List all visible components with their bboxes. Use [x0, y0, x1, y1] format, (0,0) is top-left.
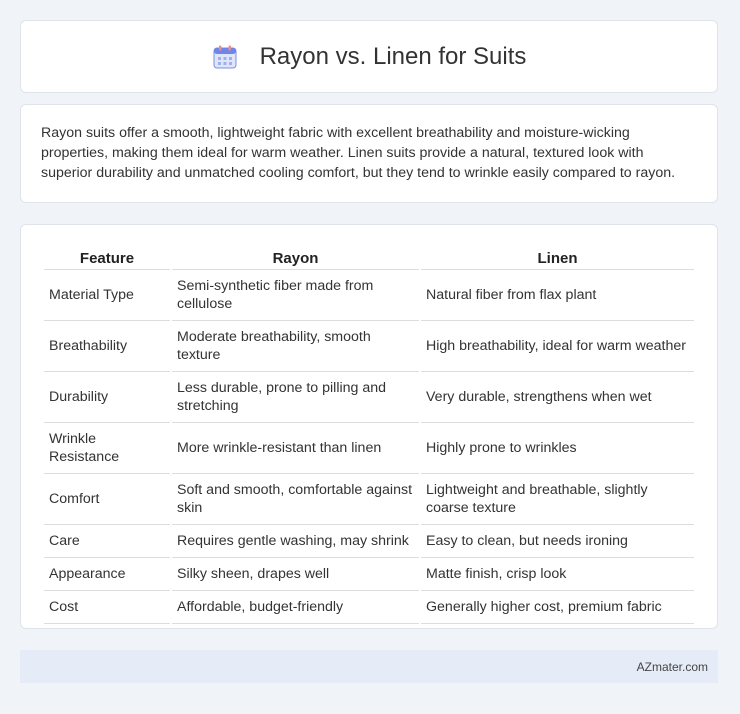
header-linen: Linen [421, 245, 694, 270]
cell-rayon: Affordable, budget-friendly [172, 591, 419, 624]
title-card: Rayon vs. Linen for Suits [20, 20, 718, 93]
cell-linen: Very durable, strengthens when wet [421, 372, 694, 423]
cell-rayon: More wrinkle-resistant than linen [172, 423, 419, 474]
cell-feature: Comfort [44, 474, 170, 525]
cell-rayon: Silky sheen, drapes well [172, 558, 419, 591]
cell-feature: Wrinkle Resistance [44, 423, 170, 474]
cell-linen: Matte finish, crisp look [421, 558, 694, 591]
calendar-icon [212, 44, 238, 70]
table-row: Comfort Soft and smooth, comfortable aga… [44, 474, 694, 525]
footer-brand: AZmater.com [636, 659, 708, 674]
cell-linen: High breathability, ideal for warm weath… [421, 321, 694, 372]
title-wrap: Rayon vs. Linen for Suits [212, 42, 527, 71]
intro-text: Rayon suits offer a smooth, lightweight … [41, 125, 676, 181]
cell-linen: Highly prone to wrinkles [421, 423, 694, 474]
page-title: Rayon vs. Linen for Suits [259, 42, 527, 70]
cell-linen: Easy to clean, but needs ironing [421, 525, 694, 558]
comparison-table: Feature Rayon Linen Material Type Semi-s… [42, 245, 696, 624]
cell-feature: Care [44, 525, 170, 558]
cell-feature: Material Type [44, 270, 170, 321]
table-row: Durability Less durable, prone to pillin… [44, 372, 694, 423]
table-row: Breathability Moderate breathability, sm… [44, 321, 694, 372]
cell-feature: Appearance [44, 558, 170, 591]
header-feature: Feature [44, 245, 170, 270]
cell-rayon: Requires gentle washing, may shrink [172, 525, 419, 558]
header-rayon: Rayon [172, 245, 419, 270]
cell-rayon: Moderate breathability, smooth texture [172, 321, 419, 372]
table-row: Cost Affordable, budget-friendly General… [44, 591, 694, 624]
footer: AZmater.com [20, 650, 718, 683]
table-card: Feature Rayon Linen Material Type Semi-s… [20, 224, 718, 629]
cell-feature: Cost [44, 591, 170, 624]
table-row: Care Requires gentle washing, may shrink… [44, 525, 694, 558]
table-row: Appearance Silky sheen, drapes well Matt… [44, 558, 694, 591]
cell-feature: Breathability [44, 321, 170, 372]
table-row: Wrinkle Resistance More wrinkle-resistan… [44, 423, 694, 474]
table-row: Material Type Semi-synthetic fiber made … [44, 270, 694, 321]
cell-linen: Generally higher cost, premium fabric [421, 591, 694, 624]
table-header-row: Feature Rayon Linen [44, 245, 694, 270]
cell-rayon: Soft and smooth, comfortable against ski… [172, 474, 419, 525]
cell-rayon: Semi-synthetic fiber made from cellulose [172, 270, 419, 321]
cell-linen: Natural fiber from flax plant [421, 270, 694, 321]
cell-feature: Durability [44, 372, 170, 423]
cell-rayon: Less durable, prone to pilling and stret… [172, 372, 419, 423]
cell-linen: Lightweight and breathable, slightly coa… [421, 474, 694, 525]
intro-card: Rayon suits offer a smooth, lightweight … [20, 104, 718, 203]
